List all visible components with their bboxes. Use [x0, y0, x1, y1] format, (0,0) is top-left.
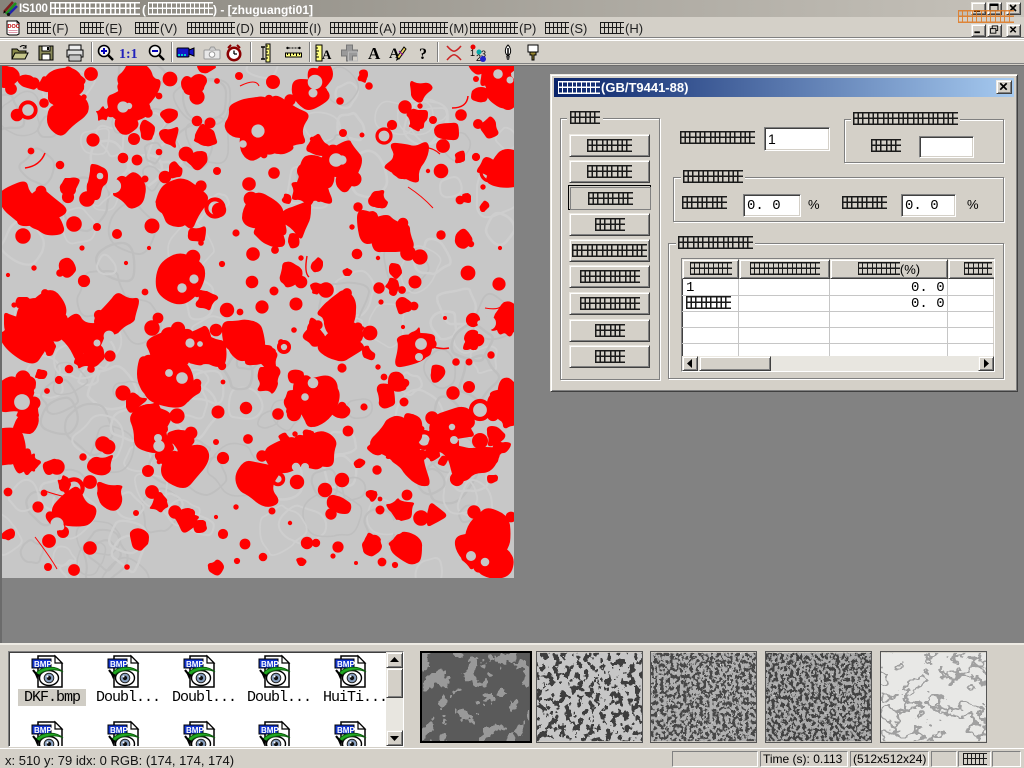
svg-text:A: A — [389, 46, 400, 62]
svg-text:?: ? — [419, 46, 427, 63]
svg-text:A: A — [368, 44, 381, 63]
svg-text:1: 1 — [470, 48, 475, 58]
svg-text:A: A — [322, 47, 332, 62]
svg-text:DOC: DOC — [8, 24, 20, 30]
svg-text:1:1: 1:1 — [119, 47, 138, 62]
